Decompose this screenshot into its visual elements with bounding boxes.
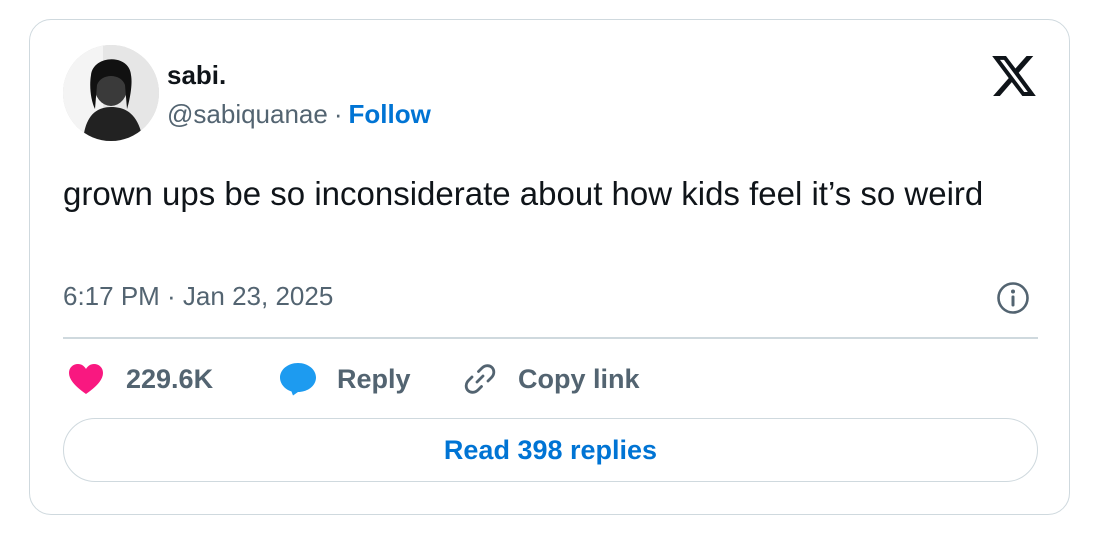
separator: · [333, 99, 343, 129]
like-button[interactable]: 229.6K [68, 362, 213, 396]
timestamp[interactable]: 6:17 PM · Jan 23, 2025 [63, 280, 333, 312]
info-icon[interactable] [996, 281, 1030, 315]
avatar[interactable] [63, 45, 159, 141]
handle-row: @sabiquanae · Follow [167, 98, 431, 130]
reply-label: Reply [337, 363, 411, 394]
link-icon [464, 364, 496, 394]
handle[interactable]: @sabiquanae [167, 99, 328, 129]
x-logo-icon[interactable] [991, 56, 1037, 96]
divider [63, 337, 1038, 339]
read-replies-button[interactable]: Read 398 replies [63, 418, 1038, 482]
avatar-image [63, 45, 159, 141]
follow-button[interactable]: Follow [349, 99, 431, 129]
tweet-card: sabi. @sabiquanae · Follow grown ups be so… [29, 19, 1070, 515]
copy-link-button[interactable]: Copy link [462, 362, 640, 396]
like-count: 229.6K [126, 363, 214, 394]
speech-bubble-icon [280, 363, 316, 396]
display-name[interactable]: sabi. [167, 60, 226, 90]
tweet-text: grown ups be so inconsiderate about how … [63, 175, 984, 212]
copy-link-label: Copy link [518, 363, 640, 394]
reply-button[interactable]: Reply [279, 362, 411, 396]
heart-icon [69, 364, 103, 394]
